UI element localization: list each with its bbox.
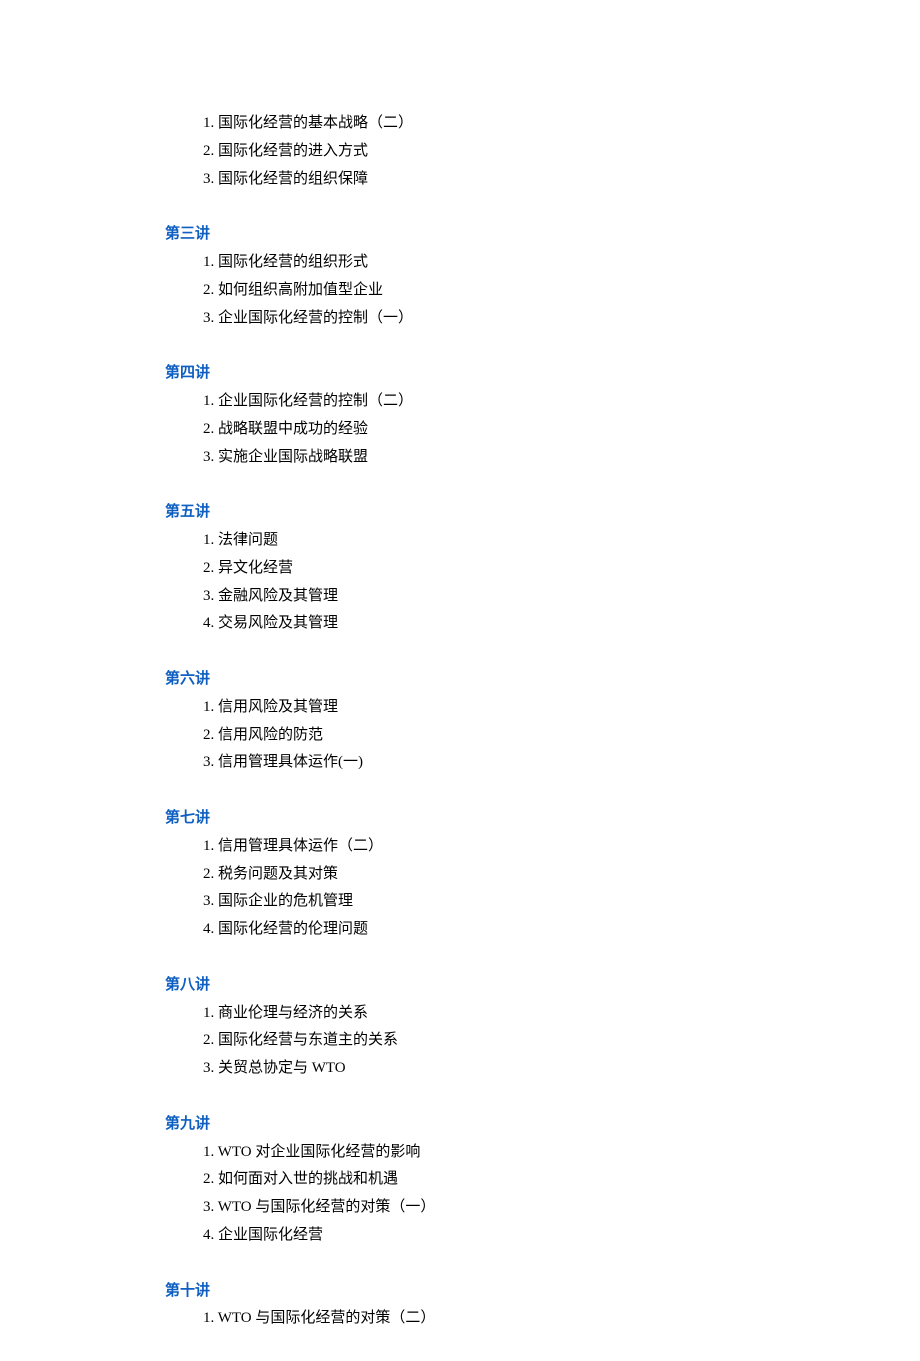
list-item: 1. WTO 对企业国际化经营的影响: [165, 1139, 920, 1167]
list-item: 2. 如何面对入世的挑战和机遇: [165, 1166, 920, 1194]
section-5: 第五讲 1. 法律问题 2. 异文化经营 3. 金融风险及其管理 4. 交易风险…: [165, 499, 920, 638]
list-item: 1. 国际化经营的组织形式: [165, 249, 920, 277]
section-title: 第八讲: [165, 972, 920, 1000]
section-title: 第九讲: [165, 1111, 920, 1139]
list-item: 1. 信用管理具体运作（二）: [165, 833, 920, 861]
list-item: 3. 国际企业的危机管理: [165, 888, 920, 916]
list-item: 3. 金融风险及其管理: [165, 583, 920, 611]
list-item: 2. 如何组织高附加值型企业: [165, 277, 920, 305]
section-3: 第三讲 1. 国际化经营的组织形式 2. 如何组织高附加值型企业 3. 企业国际…: [165, 221, 920, 332]
section-title: 第十讲: [165, 1278, 920, 1306]
list-item: 3. 国际化经营的组织保障: [165, 166, 920, 194]
list-item: 1. 商业伦理与经济的关系: [165, 1000, 920, 1028]
list-item: 3. 信用管理具体运作(一): [165, 749, 920, 777]
list-item: 1. 法律问题: [165, 527, 920, 555]
section-title: 第七讲: [165, 805, 920, 833]
list-item: 4. 交易风险及其管理: [165, 610, 920, 638]
list-item: 4. 国际化经营的伦理问题: [165, 916, 920, 944]
list-item: 2. 税务问题及其对策: [165, 861, 920, 889]
list-item: 3. 企业国际化经营的控制（一）: [165, 305, 920, 333]
list-item: 2. 战略联盟中成功的经验: [165, 416, 920, 444]
list-item: 3. 关贸总协定与 WTO: [165, 1055, 920, 1083]
section-9: 第九讲 1. WTO 对企业国际化经营的影响 2. 如何面对入世的挑战和机遇 3…: [165, 1111, 920, 1250]
list-item: 4. 企业国际化经营: [165, 1222, 920, 1250]
list-item: 1. WTO 与国际化经营的对策（二）: [165, 1305, 920, 1333]
list-item: 2. 异文化经营: [165, 555, 920, 583]
list-item: 2. 国际化经营与东道主的关系: [165, 1027, 920, 1055]
section-7: 第七讲 1. 信用管理具体运作（二） 2. 税务问题及其对策 3. 国际企业的危…: [165, 805, 920, 944]
list-item: 1. 国际化经营的基本战略（二）: [165, 110, 920, 138]
list-item: 1. 信用风险及其管理: [165, 694, 920, 722]
list-item: 1. 企业国际化经营的控制（二）: [165, 388, 920, 416]
list-item: 2. 国际化经营的进入方式: [165, 138, 920, 166]
section-8: 第八讲 1. 商业伦理与经济的关系 2. 国际化经营与东道主的关系 3. 关贸总…: [165, 972, 920, 1083]
section-title: 第四讲: [165, 360, 920, 388]
section-4: 第四讲 1. 企业国际化经营的控制（二） 2. 战略联盟中成功的经验 3. 实施…: [165, 360, 920, 471]
list-item: 2. 信用风险的防范: [165, 722, 920, 750]
section-title: 第三讲: [165, 221, 920, 249]
section-6: 第六讲 1. 信用风险及其管理 2. 信用风险的防范 3. 信用管理具体运作(一…: [165, 666, 920, 777]
section-10: 第十讲 1. WTO 与国际化经营的对策（二）: [165, 1278, 920, 1334]
section-intro: 1. 国际化经营的基本战略（二） 2. 国际化经营的进入方式 3. 国际化经营的…: [165, 110, 920, 193]
section-title: 第六讲: [165, 666, 920, 694]
section-title: 第五讲: [165, 499, 920, 527]
list-item: 3. WTO 与国际化经营的对策（一）: [165, 1194, 920, 1222]
list-item: 3. 实施企业国际战略联盟: [165, 444, 920, 472]
